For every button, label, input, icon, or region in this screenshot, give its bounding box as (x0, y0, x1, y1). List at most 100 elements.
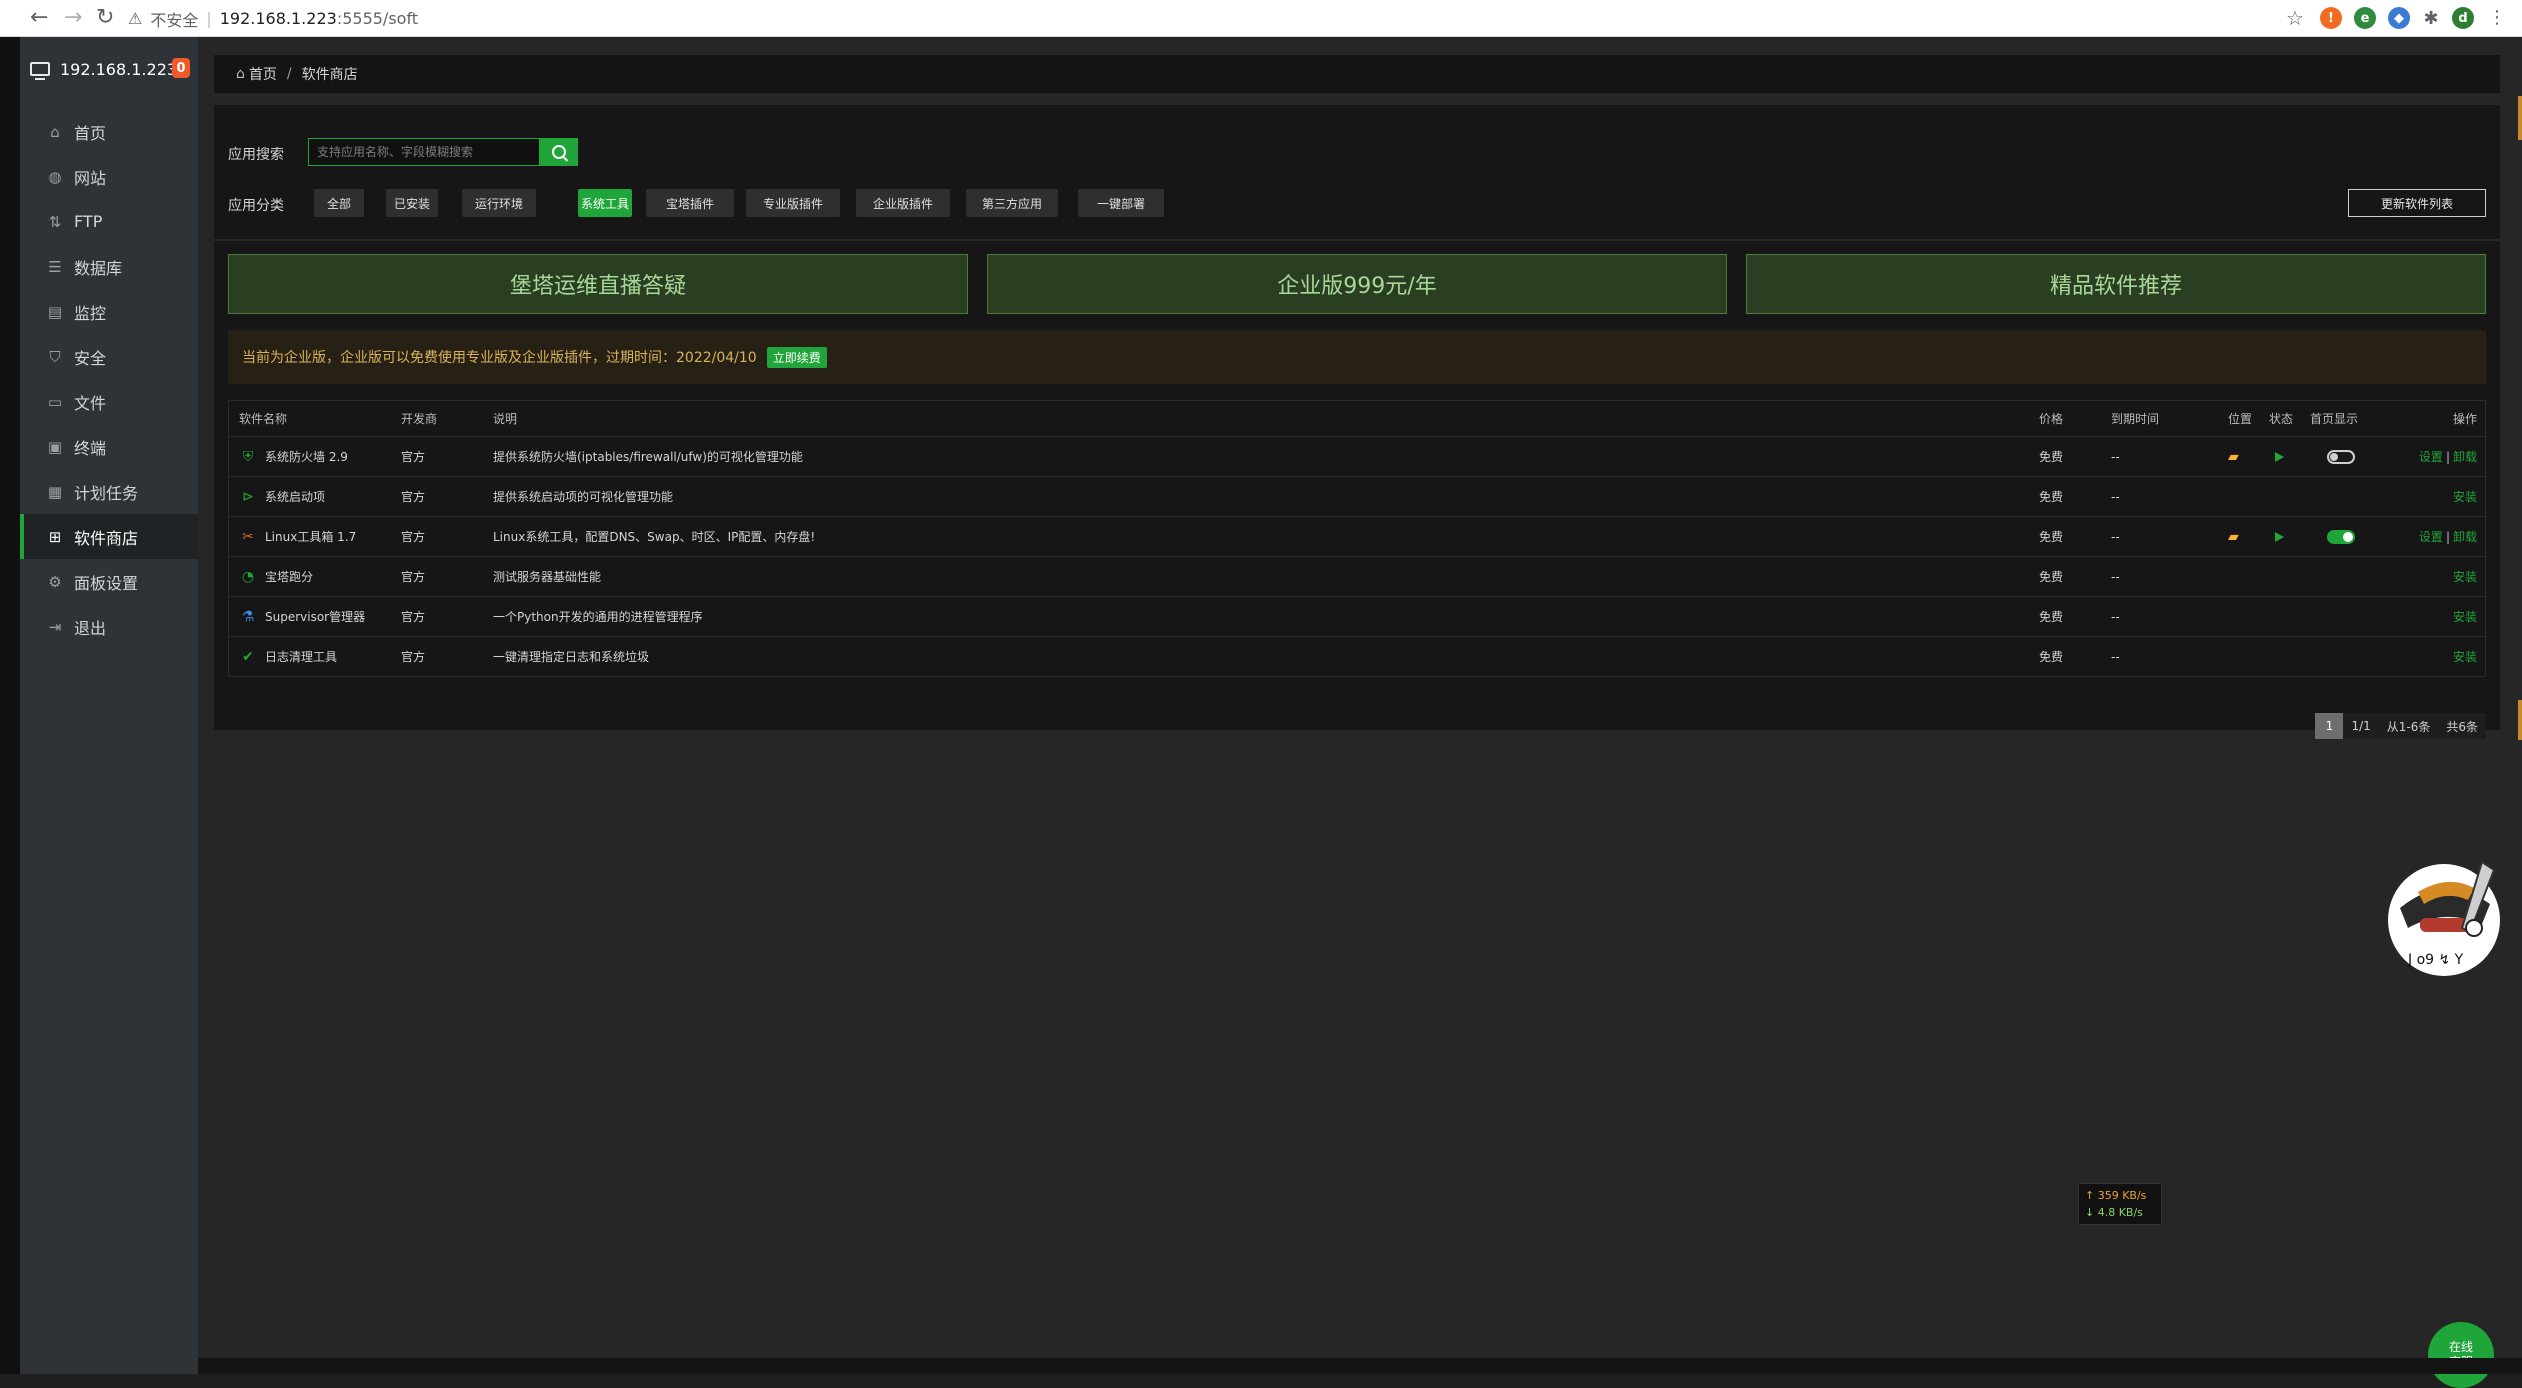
extension-evernote-icon[interactable]: e (2354, 7, 2376, 29)
search-label: 应用搜索 (228, 147, 284, 163)
table-row: ✂ Linux工具箱 1.7 官方 Linux系统工具，配置DNS、Swap、时区、I… (229, 517, 2485, 557)
browser-menu-icon[interactable]: ⋮ (2488, 6, 2506, 30)
sidebar-item-1[interactable]: ◍ 网站 (20, 154, 198, 199)
home-display-toggle[interactable] (2327, 437, 2355, 476)
banner-enterprise-price[interactable]: 企业版999元/年 (987, 254, 1727, 314)
uninstall-link[interactable]: 卸载 (2453, 528, 2477, 545)
sidebar-item-label: 终端 (74, 438, 107, 458)
software-table: 软件名称 开发商 说明 价格 到期时间 位置 状态 首页显示 操作 ⛨ 系统防火墙… (228, 400, 2486, 677)
profile-avatar[interactable]: d (2452, 7, 2474, 29)
firewall-shield-icon: ⛨ (242, 448, 254, 465)
install-link[interactable]: 安装 (2453, 597, 2477, 636)
settings-link[interactable]: 设置 (2419, 448, 2443, 465)
search-button[interactable] (540, 138, 578, 166)
search-input[interactable] (308, 138, 540, 166)
support-line1: 在线 (2448, 1340, 2473, 1354)
install-link[interactable]: 安装 (2453, 637, 2477, 676)
software-name-text: 系统启动项 (265, 490, 326, 504)
expire-time: -- (2111, 569, 2120, 584)
sidebar-item-8[interactable]: ▦ 计划任务 (20, 469, 198, 514)
sidebar-item-11[interactable]: ⇥ 退出 (20, 604, 198, 649)
sidebar-item-2[interactable]: ⇅ FTP (20, 199, 198, 244)
breadcrumb-home[interactable]: 首页 (249, 64, 277, 84)
software-name-text: 系统防火墙 2.9 (265, 450, 348, 464)
online-support-button[interactable]: 在线客服 (2428, 1322, 2494, 1388)
category-button-2[interactable]: 运行环境 (462, 189, 536, 217)
sidebar-item-label: FTP (74, 212, 103, 231)
update-software-list-button[interactable]: 更新软件列表 (2348, 189, 2486, 217)
description: Linux系统工具，配置DNS、Swap、时区、IP配置、内存盘! (493, 530, 816, 544)
category-button-6[interactable]: 企业版插件 (856, 189, 950, 217)
sidebar-item-label: 面板设置 (74, 573, 139, 593)
bookmark-star-icon[interactable]: ☆ (2286, 6, 2304, 30)
operation-links: 设置 | 卸载 (2419, 437, 2477, 476)
sidebar-item-9[interactable]: ⊞ 软件商店 (20, 514, 198, 559)
sidebar-item-3[interactable]: ☰ 数据库 (20, 244, 198, 289)
open-folder-icon[interactable]: ▰ (2228, 517, 2239, 556)
pagination: 1 1/1 从1-6条 共6条 (2315, 713, 2486, 739)
shield-icon: ⛉ (49, 347, 61, 366)
category-button-3[interactable]: 系统工具 (578, 189, 632, 217)
category-button-1[interactable]: 已安装 (386, 189, 438, 217)
software-name[interactable]: ✔ 日志清理工具 (239, 637, 337, 676)
supervisor-icon: ⚗ (241, 608, 255, 625)
software-name[interactable]: ◔ 宝塔跑分 (239, 557, 313, 596)
notice-text: 当前为企业版，企业版可以免费使用专业版及企业版插件，过期时间：2022/04/1… (242, 350, 757, 366)
extensions-puzzle-icon[interactable]: ✱ (2420, 7, 2442, 29)
developer: 官方 (401, 610, 426, 624)
address-separator: | (206, 9, 212, 28)
breadcrumb: ⌂ 首页 / 软件商店 (214, 55, 2500, 93)
table-row: ✔ 日志清理工具 官方 一键清理指定日志和系统垃圾 免费 -- 安装 (229, 637, 2485, 676)
software-name[interactable]: ⛨ 系统防火墙 2.9 (239, 437, 348, 476)
banner-live-qa[interactable]: 堡塔运维直播答疑 (228, 254, 968, 314)
address-bar[interactable]: ⚠ 不安全 | 192.168.1.223:5555/soft (128, 4, 2278, 33)
install-link[interactable]: 安装 (2453, 557, 2477, 596)
header-name: 软件名称 (239, 412, 288, 426)
sidebar-item-label: 安全 (74, 348, 107, 368)
sidebar-item-4[interactable]: ▤ 监控 (20, 289, 198, 334)
home-display-toggle[interactable] (2327, 517, 2355, 556)
software-name[interactable]: ✂ Linux工具箱 1.7 (239, 517, 356, 556)
software-name[interactable]: ⚗ Supervisor管理器 (239, 597, 365, 636)
developer: 官方 (401, 570, 426, 584)
server-icon (30, 62, 50, 80)
running-play-icon[interactable] (2275, 437, 2284, 476)
back-arrow-icon[interactable]: ← (30, 6, 48, 30)
table-header: 软件名称 开发商 说明 价格 到期时间 位置 状态 首页显示 操作 (229, 401, 2485, 437)
open-folder-icon[interactable]: ▰ (2228, 437, 2239, 476)
description: 一键清理指定日志和系统垃圾 (493, 650, 650, 664)
message-badge[interactable]: 0 (172, 58, 190, 78)
sidebar-item-0[interactable]: ⌂ 首页 (20, 109, 198, 154)
software-name[interactable]: ⊳ 系统启动项 (239, 477, 325, 516)
header-operation: 操作 (2452, 412, 2477, 426)
running-play-icon[interactable] (2275, 517, 2284, 556)
category-button-5[interactable]: 专业版插件 (746, 189, 840, 217)
description: 测试服务器基础性能 (493, 570, 602, 584)
reload-icon[interactable]: ↻ (96, 6, 114, 30)
extension-blue-icon[interactable]: ◆ (2388, 7, 2410, 29)
sidebar-item-6[interactable]: ▭ 文件 (20, 379, 198, 424)
mascot-image[interactable]: J o9 ↯ Y (2378, 852, 2512, 980)
page-current[interactable]: 1 (2315, 713, 2344, 739)
category-button-4[interactable]: 宝塔插件 (646, 189, 734, 217)
category-button-7[interactable]: 第三方应用 (966, 189, 1058, 217)
expire-time: -- (2111, 649, 2120, 664)
table-row: ⚗ Supervisor管理器 官方 一个Python开发的通用的进程管理程序 免费 --… (229, 597, 2485, 637)
install-link[interactable]: 安装 (2453, 477, 2477, 516)
upload-speed: ↑ 359 KB/s (2085, 1189, 2147, 1202)
sidebar-item-7[interactable]: ▣ 终端 (20, 424, 198, 469)
software-store-panel: 应用搜索 应用分类 全部已安装运行环境 系统工具宝塔插件专业版插件企业版插件第三方… (214, 105, 2500, 739)
sidebar-item-10[interactable]: ⚙ 面板设置 (20, 559, 198, 604)
category-button-8[interactable]: 一键部署 (1078, 189, 1164, 217)
uninstall-link[interactable]: 卸载 (2453, 448, 2477, 465)
database-icon: ☰ (48, 257, 62, 276)
sidebar-item-5[interactable]: ⛉ 安全 (20, 334, 198, 379)
forward-arrow-icon[interactable]: → (64, 6, 82, 30)
category-button-0[interactable]: 全部 (314, 189, 364, 217)
settings-link[interactable]: 设置 (2419, 528, 2443, 545)
extension-orange-icon[interactable]: ! (2320, 7, 2342, 29)
banner-recommended[interactable]: 精品软件推荐 (1746, 254, 2486, 314)
search-icon (552, 145, 566, 159)
renew-button[interactable]: 立即续费 (766, 346, 827, 368)
logout-icon: ⇥ (48, 617, 62, 636)
